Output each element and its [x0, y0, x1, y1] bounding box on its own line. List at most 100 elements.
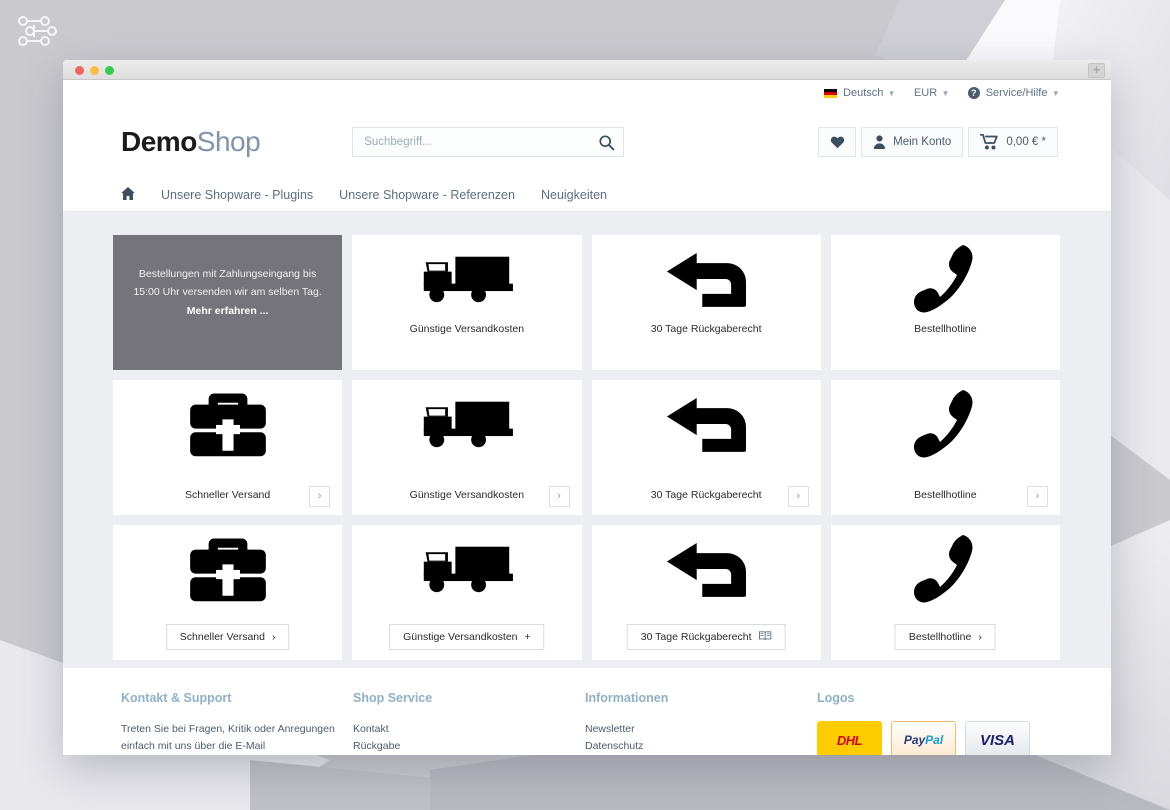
home-icon[interactable] — [121, 186, 135, 203]
visa-logo: VISA — [965, 721, 1030, 755]
tile-guenstige-versandkosten-3[interactable]: Günstige Versandkosten + — [352, 525, 582, 660]
header-actions: Mein Konto 0,00 € * — [818, 127, 1058, 157]
dhl-logo: DHL — [817, 721, 882, 755]
footer-link-kontakt[interactable]: Kontakt — [353, 721, 585, 738]
tile-guenstige-versandkosten[interactable]: Günstige Versandkosten — [352, 235, 582, 370]
tile-bestellhotline[interactable]: Bestellhotline — [830, 235, 1060, 370]
account-label: Mein Konto — [893, 136, 952, 148]
window-titlebar: + — [63, 60, 1111, 80]
tile-cta-button[interactable]: 30 Tage Rückgaberecht — [626, 624, 786, 650]
tile-footer: Schneller Versand — [113, 489, 342, 501]
account-button[interactable]: Mein Konto — [861, 127, 964, 157]
briefcase-icon — [186, 531, 270, 607]
shop-topbar: Deutsch ▾ EUR ▾ ? Service/Hilfe ▾ — [63, 80, 1111, 106]
promo-more-link[interactable]: Mehr erfahren ... — [187, 305, 269, 317]
phone-icon — [913, 241, 977, 317]
shop-page: Deutsch ▾ EUR ▾ ? Service/Hilfe ▾ DemoSh… — [63, 80, 1111, 755]
logo-demo-text: Demo — [121, 126, 197, 157]
tile-footer: Bestellhotline — [831, 489, 1060, 501]
plus-icon: + — [524, 631, 531, 643]
tile-cta-label: 30 Tage Rückgaberecht — [640, 631, 752, 643]
nav-link-referenzen[interactable]: Unsere Shopware - Referenzen — [339, 188, 515, 202]
search-button[interactable] — [589, 128, 623, 156]
footer-column-shop-service: Shop Service Kontakt Rückgabe Widerrufsr… — [353, 691, 585, 755]
tile-cta-button[interactable]: Schneller Versand › — [165, 624, 290, 650]
paypal-pay-text: Pay — [903, 733, 926, 747]
tile-rueckgaberecht[interactable]: 30 Tage Rückgaberecht — [591, 235, 821, 370]
return-arrow-icon — [666, 386, 747, 462]
search-icon — [599, 134, 614, 150]
window-close-button[interactable] — [75, 66, 84, 75]
shop-header: DemoShop Suchbegriff... Mein Konto 0,00 … — [63, 106, 1111, 178]
tile-rueckgaberecht-3[interactable]: 30 Tage Rückgaberecht — [591, 525, 821, 660]
tile-cta-button[interactable]: Günstige Versandkosten + — [389, 624, 545, 650]
tile-bestellhotline-2[interactable]: Bestellhotline › — [830, 380, 1060, 515]
open-book-icon — [758, 630, 772, 644]
paypal-pal-text: Pal — [925, 733, 944, 747]
tile-schneller-versand-2[interactable]: Schneller Versand › — [113, 380, 343, 515]
cart-total: 0,00 € * — [1006, 136, 1046, 148]
node-graph-watermark-icon — [18, 16, 57, 46]
tile-guenstige-versandkosten-2[interactable]: Günstige Versandkosten › — [352, 380, 582, 515]
german-flag-icon — [824, 88, 838, 98]
tile-grid: Bestellungen mit Zahlungseingang bis 15:… — [113, 235, 1060, 660]
footer-link-datenschutz[interactable]: Datenschutz — [585, 738, 817, 755]
user-icon — [874, 135, 886, 149]
tile-label: 30 Tage Rückgaberecht — [650, 323, 762, 335]
footer-heading: Shop Service — [353, 691, 433, 705]
window-maximize-button[interactable] — [105, 66, 114, 75]
tile-arrow-button[interactable]: › — [309, 486, 331, 507]
footer-column-informationen: Informationen Newsletter Datenschutz AGB — [585, 691, 817, 755]
promo-line-1: Bestellungen mit Zahlungseingang bis — [138, 268, 317, 280]
tile-arrow-button[interactable]: › — [787, 486, 809, 507]
service-help-menu[interactable]: ? Service/Hilfe ▾ — [967, 87, 1058, 99]
search-box[interactable] — [352, 127, 625, 157]
cart-icon — [980, 134, 998, 150]
wishlist-button[interactable] — [818, 127, 857, 157]
tile-footer: Günstige Versandkosten — [352, 489, 581, 501]
footer-column-logos: Logos DHL Pay Pal VISA — [817, 691, 1058, 755]
tile-cta-label: Günstige Versandkosten — [403, 631, 518, 643]
chevron-down-icon: ▾ — [1053, 87, 1058, 98]
chevron-down-icon: ▾ — [889, 87, 894, 98]
search-input[interactable] — [364, 136, 590, 148]
payment-logos-row: DHL Pay Pal VISA — [817, 721, 1058, 755]
chevron-down-icon: ▾ — [943, 87, 948, 98]
tile-rueckgaberecht-2[interactable]: 30 Tage Rückgaberecht › — [591, 380, 821, 515]
tile-arrow-button[interactable]: › — [548, 486, 570, 507]
chevron-right-icon: › — [978, 631, 982, 643]
language-selector[interactable]: Deutsch ▾ — [824, 87, 894, 99]
phone-icon — [913, 386, 977, 462]
main-navigation: Unsere Shopware - Plugins Unsere Shopwar… — [63, 178, 1111, 212]
footer-heading: Kontakt & Support — [121, 691, 232, 705]
shop-logo[interactable]: DemoShop — [121, 126, 261, 158]
footer-column-kontakt: Kontakt & Support Treten Sie bei Fragen,… — [121, 691, 353, 755]
footer-link-rueckgabe[interactable]: Rückgabe — [353, 738, 585, 755]
tile-cta-button[interactable]: Bestellhotline › — [894, 624, 996, 650]
currency-selector[interactable]: EUR ▾ — [914, 87, 948, 99]
new-tab-button[interactable]: + — [1088, 63, 1105, 78]
cart-button[interactable]: 0,00 € * — [968, 127, 1058, 157]
nav-link-plugins[interactable]: Unsere Shopware - Plugins — [161, 188, 313, 202]
truck-icon — [420, 531, 514, 607]
tile-bestellhotline-3[interactable]: Bestellhotline › — [830, 525, 1060, 660]
tile-arrow-button[interactable]: › — [1027, 486, 1048, 507]
tile-label: 30 Tage Rückgaberecht — [650, 489, 762, 501]
promo-line-2: 15:00 Uhr versenden wir am selben Tag. — [133, 286, 322, 298]
promo-tile[interactable]: Bestellungen mit Zahlungseingang bis 15:… — [113, 235, 343, 370]
heart-icon — [830, 136, 844, 149]
nav-link-neuigkeiten[interactable]: Neuigkeiten — [541, 188, 607, 202]
shop-footer: Kontakt & Support Treten Sie bei Fragen,… — [63, 668, 1111, 755]
logo-shop-text: Shop — [196, 126, 261, 157]
footer-link-newsletter[interactable]: Newsletter — [585, 721, 817, 738]
question-mark-icon: ? — [967, 87, 980, 99]
tile-label: Bestellhotline — [914, 489, 977, 501]
window-minimize-button[interactable] — [90, 66, 99, 75]
service-label: Service/Hilfe — [985, 87, 1048, 99]
return-arrow-icon — [666, 241, 747, 317]
tile-label: Günstige Versandkosten — [409, 323, 525, 335]
tile-cta-label: Bestellhotline — [908, 631, 972, 643]
tile-schneller-versand-3[interactable]: Schneller Versand › — [113, 525, 343, 660]
return-arrow-icon — [666, 531, 747, 607]
footer-heading: Logos — [817, 691, 855, 705]
